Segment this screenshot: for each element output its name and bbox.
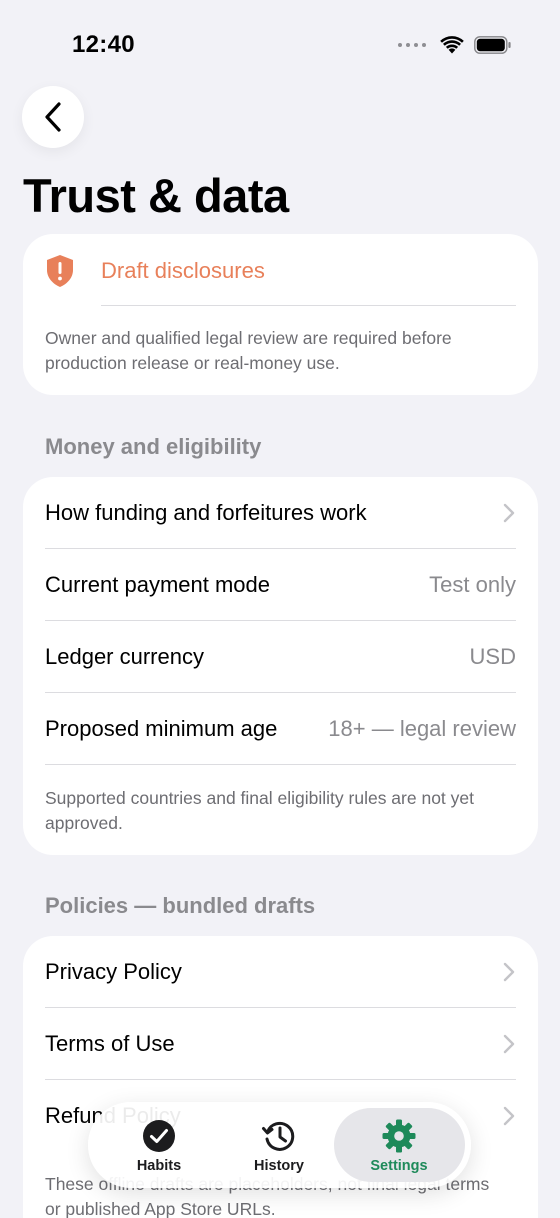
section-header-policies: Policies — bundled drafts (45, 893, 316, 918)
payment-mode-row: Current payment mode Test only (23, 549, 538, 621)
minimum-age-row: Proposed minimum age 18+ — legal review (23, 693, 538, 765)
history-clock-icon (262, 1121, 295, 1151)
disclosure-card: Draft disclosures Owner and qualified le… (23, 234, 538, 395)
eligibility-footnote: Supported countries and final eligibilit… (45, 788, 474, 833)
tab-habits[interactable]: Habits (100, 1102, 218, 1188)
tab-label: History (254, 1158, 304, 1174)
cellular-signal-icon (398, 43, 426, 47)
tab-label: Settings (370, 1158, 428, 1174)
shield-exclamation-icon (47, 255, 73, 287)
row-label: How funding and forfeitures work (45, 500, 367, 525)
status-bar: 12:40 (0, 0, 560, 90)
checkmark-circle-icon (143, 1120, 175, 1152)
chevron-right-icon (503, 962, 515, 982)
chevron-right-icon (503, 1034, 515, 1054)
status-time: 12:40 (72, 31, 135, 58)
divider (45, 764, 516, 765)
chevron-right-icon (503, 1106, 515, 1126)
status-icons (398, 36, 512, 54)
chevron-right-icon (503, 503, 515, 523)
row-label: Proposed minimum age (45, 716, 278, 741)
section-header-money: Money and eligibility (45, 434, 262, 459)
row-label: Privacy Policy (45, 959, 182, 984)
tab-bar: Habits History Settings (88, 1102, 471, 1188)
battery-icon (474, 36, 511, 54)
draft-disclosures-row: Draft disclosures (23, 234, 538, 306)
tab-label: Habits (136, 1158, 182, 1174)
page-title: Trust & data (23, 169, 289, 222)
row-label: Ledger currency (45, 644, 204, 669)
wifi-icon (440, 36, 464, 54)
row-value: 18+ — legal review (328, 716, 516, 741)
ledger-currency-row: Ledger currency USD (23, 621, 538, 693)
disclosure-title: Draft disclosures (101, 258, 265, 283)
privacy-policy-row[interactable]: Privacy Policy (23, 936, 538, 1008)
terms-of-use-row[interactable]: Terms of Use (23, 1008, 538, 1080)
row-value: Test only (429, 572, 516, 597)
row-label: Terms of Use (45, 1031, 175, 1056)
gear-icon (382, 1119, 416, 1153)
row-value: USD (469, 644, 516, 669)
disclosure-note: Owner and qualified legal review are req… (45, 328, 452, 373)
chevron-left-icon (45, 102, 61, 132)
back-button[interactable] (22, 86, 84, 148)
money-card: How funding and forfeitures work Current… (23, 477, 538, 855)
tab-history[interactable]: History (220, 1102, 338, 1188)
divider (101, 305, 516, 306)
tab-settings[interactable]: Settings (340, 1102, 458, 1188)
funding-forfeitures-row[interactable]: How funding and forfeitures work (23, 477, 538, 549)
row-label: Current payment mode (45, 572, 270, 597)
